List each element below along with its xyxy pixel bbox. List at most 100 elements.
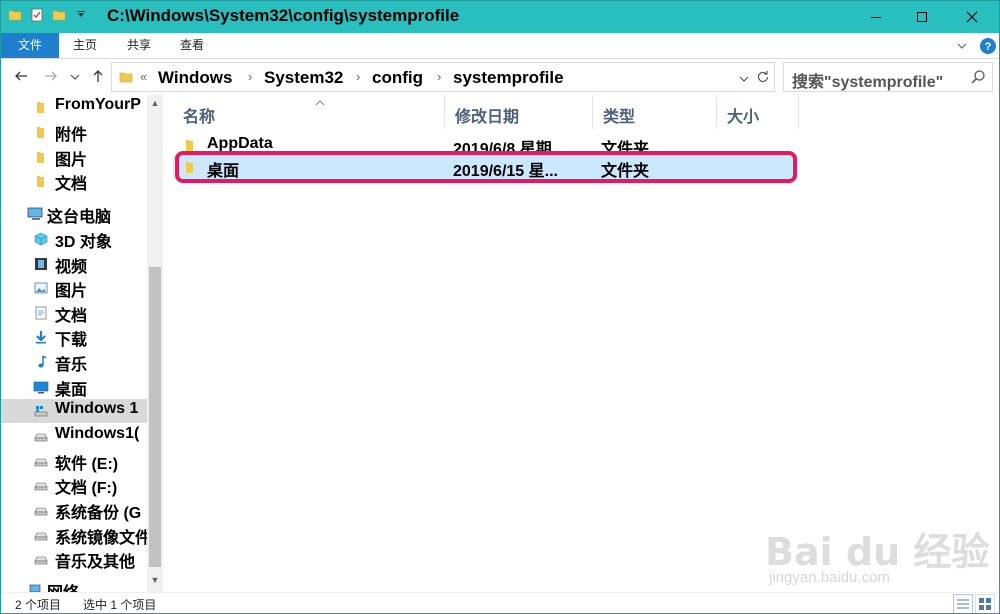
column-header-size[interactable]: 大小: [717, 95, 799, 129]
nav-item-windows-drive[interactable]: Windows 1: [1, 399, 147, 423]
desktop-icon: [33, 379, 49, 395]
nav-item-label: 桌面: [55, 382, 88, 399]
tab-view[interactable]: 查看: [168, 33, 216, 58]
column-header-date[interactable]: 修改日期: [445, 95, 593, 129]
recent-locations-button[interactable]: [69, 70, 81, 87]
search-input[interactable]: 搜索"systemprofile": [783, 62, 993, 92]
nav-item-drive-f[interactable]: 文档 (F:): [1, 473, 147, 497]
breadcrumb-config[interactable]: config: [372, 68, 423, 88]
nav-item-downloads[interactable]: 下载: [1, 325, 147, 349]
ribbon-controls: ?: [955, 37, 997, 60]
nav-item-windows10-drive[interactable]: Windows1(: [1, 424, 147, 448]
breadcrumb-overflow[interactable]: «: [140, 69, 147, 84]
nav-item-drive-g[interactable]: 系统备份 (G: [1, 498, 147, 522]
breadcrumb-system32[interactable]: System32: [264, 68, 343, 88]
nav-item-music[interactable]: 音乐: [1, 350, 147, 374]
column-header-label: 类型: [603, 109, 636, 126]
address-history-button[interactable]: [738, 72, 750, 90]
details-view-button[interactable]: [953, 594, 973, 613]
scroll-down-icon[interactable]: ▼: [147, 575, 163, 585]
quick-access-toolbar: [7, 7, 89, 23]
nav-item-label: 图片: [55, 283, 88, 300]
help-icon[interactable]: ?: [979, 37, 997, 60]
nav-scrollbar[interactable]: ▲ ▼: [147, 95, 163, 592]
nav-item-attachments[interactable]: 附件: [1, 120, 147, 144]
column-header-label: 名称: [183, 109, 216, 126]
windows-drive-icon: [33, 403, 49, 419]
breadcrumb-systemprofile[interactable]: systemprofile: [453, 68, 564, 88]
drive-icon: [33, 428, 49, 444]
customize-toolbar-icon[interactable]: [73, 7, 89, 23]
network-icon: [27, 582, 43, 592]
nav-item-label: 音乐: [55, 357, 88, 374]
nav-item-network[interactable]: 网络: [1, 578, 147, 592]
nav-item-this-pc[interactable]: 这台电脑: [1, 202, 147, 226]
maximize-button[interactable]: [899, 1, 945, 33]
nav-item-label: 系统备份 (G: [55, 505, 142, 522]
folder-icon: [118, 69, 134, 90]
status-bar: 2 个项目 选中 1 个项目: [1, 592, 999, 613]
explorer-window: C:\Windows\System32\config\systemprofile…: [0, 0, 1000, 614]
nav-item-system-image-drive[interactable]: 系统镜像文件: [1, 523, 147, 547]
svg-text:?: ?: [985, 41, 992, 53]
up-button[interactable]: [90, 68, 106, 88]
window-title: C:\Windows\System32\config\systemprofile: [107, 6, 460, 25]
tab-file[interactable]: 文件: [1, 33, 59, 58]
nav-item-documents[interactable]: 文档: [1, 301, 147, 325]
folder-icon: [33, 99, 49, 115]
arrow-up-icon: [93, 70, 103, 82]
nav-item-3d-objects[interactable]: 3D 对象: [1, 227, 147, 251]
nav-item-music-other-drive[interactable]: 音乐及其他: [1, 547, 147, 571]
forward-button[interactable]: [43, 68, 59, 88]
folder-icon: [7, 7, 23, 23]
search-icon[interactable]: [970, 69, 986, 90]
back-button[interactable]: [13, 68, 29, 88]
tab-home[interactable]: 主页: [61, 33, 109, 58]
nav-item-label: 附件: [55, 127, 88, 144]
chevron-right-icon[interactable]: ›: [437, 69, 441, 84]
scrollbar-thumb[interactable]: [149, 267, 161, 567]
nav-item-label: 网络: [47, 579, 79, 592]
properties-icon[interactable]: [29, 7, 45, 23]
chevron-right-icon[interactable]: ›: [248, 69, 252, 84]
nav-item-drive-e[interactable]: 软件 (E:): [1, 449, 147, 473]
nav-item-label: Windows 1: [55, 400, 139, 417]
nav-item-pictures[interactable]: 图片: [1, 276, 147, 300]
nav-item-videos[interactable]: 视频: [1, 252, 147, 276]
column-header-type[interactable]: 类型: [593, 95, 717, 129]
nav-item-label: 这台电脑: [47, 209, 112, 226]
address-bar[interactable]: « Windows › System32 › config › systempr…: [111, 62, 775, 92]
refresh-button[interactable]: [755, 69, 771, 90]
drive-icon: [33, 527, 49, 543]
tab-share[interactable]: 共享: [115, 33, 163, 58]
scroll-up-icon[interactable]: ▲: [147, 98, 163, 108]
title-bar[interactable]: C:\Windows\System32\config\systemprofile: [1, 1, 999, 33]
nav-item-fromyourp[interactable]: FromYourP: [1, 95, 147, 119]
new-folder-icon[interactable]: [51, 7, 67, 23]
expand-ribbon-icon[interactable]: [955, 39, 969, 58]
drive-icon: [33, 502, 49, 518]
large-icons-view-button[interactable]: [975, 594, 995, 613]
maximize-icon: [917, 12, 927, 22]
nav-item-label: 下载: [55, 332, 88, 349]
minimize-icon: [871, 17, 881, 18]
nav-item-label: 文档: [55, 176, 88, 193]
chevron-right-icon[interactable]: ›: [356, 69, 360, 84]
nav-item-pictures-folder[interactable]: 图片: [1, 145, 147, 169]
nav-item-desktop[interactable]: 桌面: [1, 375, 147, 399]
music-icon: [33, 354, 49, 370]
nav-item-label: 视频: [55, 259, 88, 276]
column-header-name[interactable]: 名称: [173, 95, 445, 129]
folder-icon: [33, 149, 49, 165]
baidu-watermark: Bai du 经验 jingyan.baidu.com: [761, 503, 989, 593]
drive-icon: [33, 477, 49, 493]
large-icons-view-icon: [979, 598, 991, 610]
nav-item-documents-folder[interactable]: 文档: [1, 169, 147, 193]
nav-item-label: FromYourP: [55, 96, 141, 113]
download-icon: [33, 329, 49, 345]
3d-objects-icon: [33, 231, 49, 247]
breadcrumb-windows[interactable]: Windows: [158, 68, 232, 88]
arrow-left-icon: [15, 71, 27, 81]
close-button[interactable]: [949, 1, 995, 33]
minimize-button[interactable]: [853, 1, 899, 33]
